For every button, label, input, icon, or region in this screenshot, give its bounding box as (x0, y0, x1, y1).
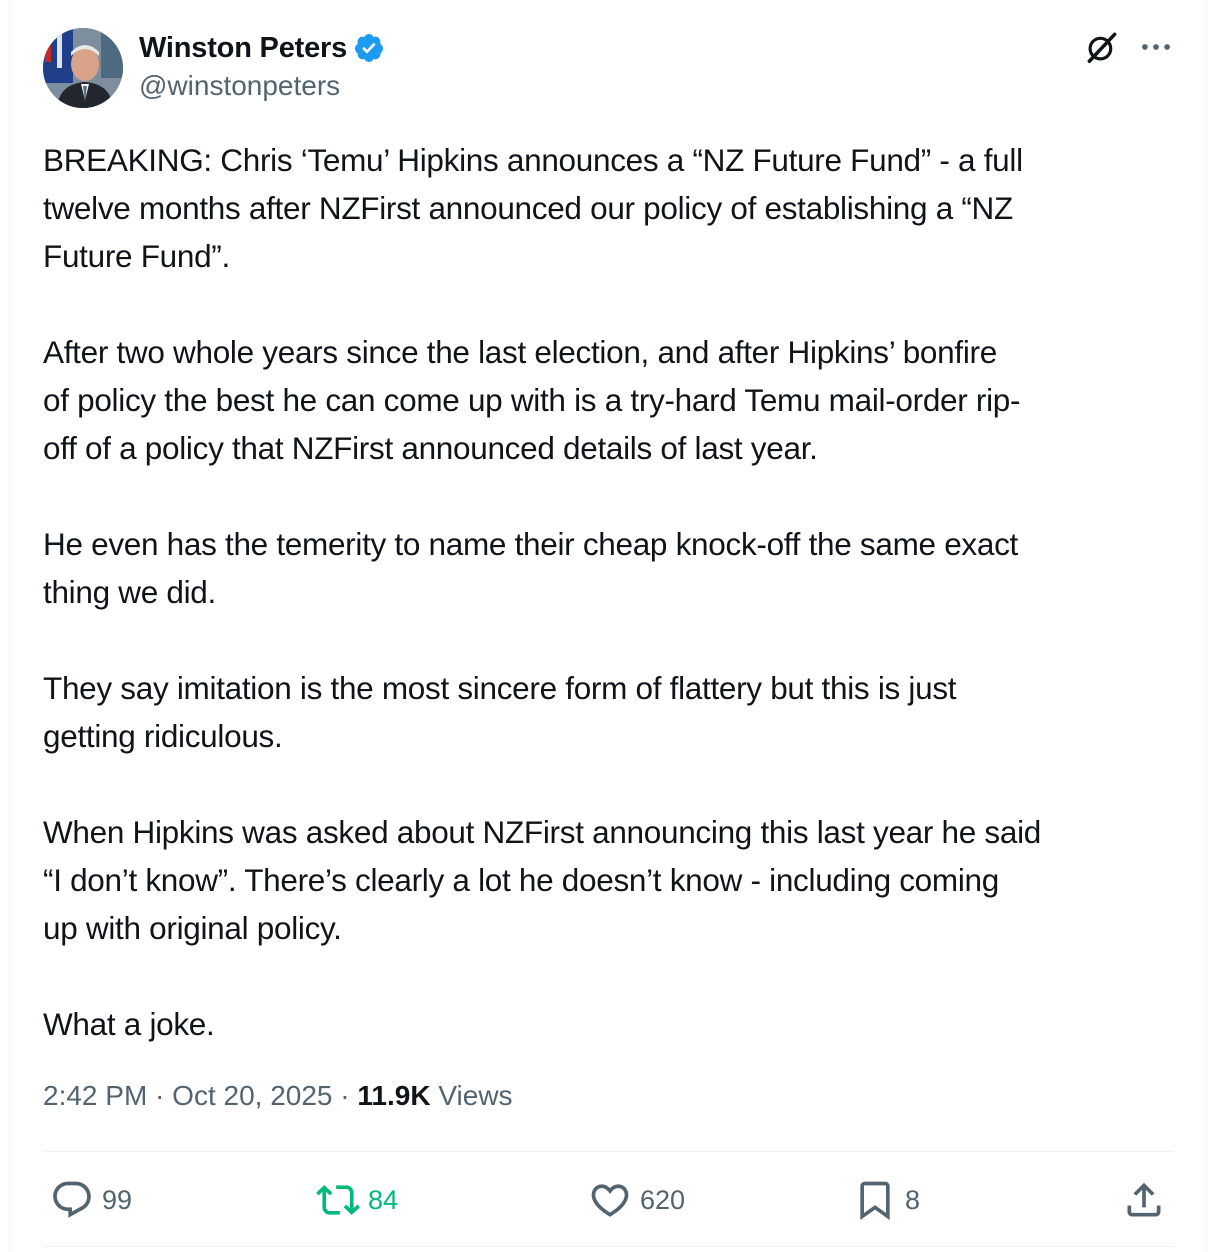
more-dots-icon[interactable] (1137, 28, 1175, 66)
tweet-meta: 2:42 PM · Oct 20, 2025 · 11.9K Views (43, 1080, 513, 1112)
tweet-paragraph: They say imitation is the most sincere f… (43, 670, 957, 754)
grok-icon[interactable] (1083, 28, 1121, 66)
views-label: Views (430, 1080, 513, 1111)
heart-icon (591, 1184, 629, 1217)
bookmark-count: 8 (905, 1184, 921, 1215)
like-button[interactable]: 620 (588, 1178, 685, 1222)
views-count: 11.9K (357, 1080, 431, 1111)
reply-icon (53, 1181, 91, 1218)
tweet-card: Winston Peters @winstonpeters BREAKING: … (9, 0, 1207, 1252)
tweet-paragraph: BREAKING: Chris ‘Temu’ Hipkins announces… (43, 142, 1023, 274)
tweet-text: BREAKING: Chris ‘Temu’ Hipkins announces… (43, 136, 1193, 1048)
tweet-time[interactable]: 2:42 PM (43, 1080, 147, 1111)
author-handle[interactable]: @winstonpeters (139, 70, 340, 102)
tweet-paragraph: When Hipkins was asked about NZFirst ann… (43, 814, 1041, 946)
tweet-date[interactable]: Oct 20, 2025 (172, 1080, 332, 1111)
retweet-icon (316, 1185, 360, 1215)
reply-count: 99 (102, 1184, 133, 1215)
tweet-paragraph: What a joke. (43, 1006, 215, 1042)
avatar-photo-icon (43, 28, 123, 108)
like-count: 620 (640, 1184, 686, 1215)
meta-separator: · (147, 1080, 173, 1111)
tweet-paragraph: He even has the temerity to name their c… (43, 526, 1018, 610)
author-display-name[interactable]: Winston Peters (139, 32, 347, 65)
share-button[interactable] (1122, 1178, 1166, 1222)
bookmark-button[interactable]: 8 (853, 1178, 920, 1222)
retweet-button[interactable]: 84 (316, 1178, 398, 1222)
divider (43, 1246, 1174, 1247)
bookmark-icon (860, 1181, 890, 1221)
author-avatar[interactable] (43, 28, 123, 108)
author-name-row: Winston Peters (139, 30, 385, 66)
meta-separator: · (332, 1080, 358, 1111)
reply-button[interactable]: 99 (50, 1178, 132, 1222)
verified-badge-icon[interactable] (353, 32, 385, 64)
retweet-count: 84 (368, 1184, 399, 1215)
tweet-paragraph: After two whole years since the last ele… (43, 334, 1021, 466)
divider (43, 1151, 1174, 1152)
share-icon (1127, 1182, 1161, 1217)
